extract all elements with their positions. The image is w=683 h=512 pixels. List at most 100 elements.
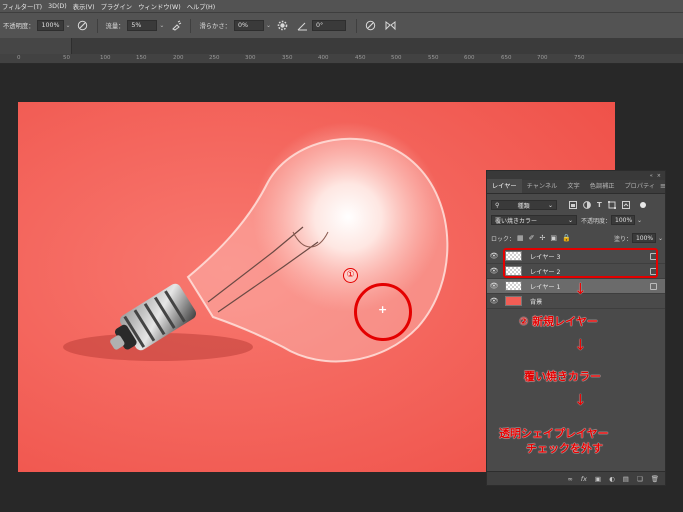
pressure-opacity-icon[interactable] bbox=[77, 20, 89, 32]
ruler-label: 200 bbox=[173, 55, 184, 61]
document-tab[interactable] bbox=[0, 38, 72, 54]
flow-dropdown-icon[interactable]: ⌄ bbox=[159, 22, 164, 29]
chevron-down-icon[interactable]: ⌄ bbox=[637, 217, 642, 224]
lock-transparency-icon[interactable]: ▦ bbox=[517, 234, 524, 242]
menu-plugins[interactable]: プラグイン bbox=[101, 2, 132, 11]
smart-object-filter-icon[interactable] bbox=[621, 201, 630, 209]
ruler-label: 250 bbox=[209, 55, 220, 61]
ruler-label: 400 bbox=[318, 55, 329, 61]
layer-kind-value: 種類 bbox=[517, 202, 530, 210]
filter-icons: T bbox=[569, 201, 646, 209]
new-layer-icon[interactable]: ❏ bbox=[637, 475, 643, 483]
separator bbox=[355, 18, 357, 33]
panel-tabs: レイヤー チャンネル 文字 色調補正 プロパティ ≡ bbox=[487, 179, 666, 194]
tab-properties[interactable]: プロパティ bbox=[619, 179, 660, 193]
ruler-label: 700 bbox=[537, 55, 548, 61]
angle-field[interactable]: 0° bbox=[311, 20, 346, 31]
mask-icon[interactable]: ▣ bbox=[595, 475, 601, 483]
lock-all-icon[interactable]: 🔒 bbox=[562, 234, 571, 242]
opacity-label: 不透明度： bbox=[3, 23, 35, 30]
opacity-label: 不透明度： bbox=[581, 217, 612, 225]
layer-badge-icon bbox=[650, 283, 657, 290]
ruler-label: 600 bbox=[464, 55, 475, 61]
smoothing-label: 滑らかさ： bbox=[199, 23, 231, 30]
shape-filter-icon[interactable] bbox=[607, 201, 616, 209]
ruler-label: 750 bbox=[574, 55, 585, 61]
blend-mode-value: 覆い焼きカラー bbox=[495, 217, 538, 225]
step-3-label: 覆い焼きカラー bbox=[524, 370, 601, 383]
gear-icon[interactable] bbox=[277, 20, 289, 32]
ruler-label: 500 bbox=[391, 55, 402, 61]
eye-icon[interactable]: 👁 bbox=[487, 252, 501, 260]
filter-toggle-icon[interactable] bbox=[639, 202, 646, 208]
lock-artboard-icon[interactable]: ▣ bbox=[550, 234, 557, 242]
layer-name: レイヤー 1 bbox=[530, 283, 561, 291]
folder-icon[interactable]: ▤ bbox=[623, 475, 629, 483]
lock-icons: ▦ ✐ ✢ ▣ 🔒 bbox=[517, 234, 571, 242]
type-filter-icon[interactable]: T bbox=[597, 201, 602, 209]
menu-view[interactable]: 表示(V) bbox=[73, 2, 95, 11]
ruler-label: 650 bbox=[501, 55, 512, 61]
layer-kind-select[interactable]: ⚲ 種類 ⌄ bbox=[491, 200, 557, 210]
tab-channels[interactable]: チャンネル bbox=[522, 179, 563, 193]
arrow-down-icon: ↓ bbox=[574, 391, 587, 409]
link-icon[interactable]: ∞ bbox=[567, 475, 572, 483]
ruler-label: 550 bbox=[428, 55, 439, 61]
step-1-marker: ① bbox=[343, 268, 358, 283]
ruler-label: 50 bbox=[63, 55, 70, 61]
lock-position-icon[interactable]: ✢ bbox=[540, 234, 546, 242]
tab-adjustments[interactable]: 色調補正 bbox=[585, 179, 620, 193]
chevron-down-icon[interactable]: ⌄ bbox=[658, 235, 663, 242]
airbrush-icon[interactable] bbox=[170, 20, 182, 32]
flow-field[interactable]: 5% bbox=[127, 20, 158, 31]
separator bbox=[96, 18, 98, 33]
layer-opacity-field[interactable]: 100% bbox=[611, 215, 636, 225]
step-2-label: ② 新規レイヤー bbox=[519, 315, 598, 328]
ruler-label: 300 bbox=[245, 55, 256, 61]
blend-mode-select[interactable]: 覆い焼きカラー ⌄ bbox=[491, 215, 577, 225]
smoothing-field[interactable]: 0% bbox=[233, 20, 264, 31]
ruler-label: 0 bbox=[17, 55, 21, 61]
collapse-icon[interactable]: « bbox=[650, 173, 653, 179]
panel-menu-icon[interactable]: ≡ bbox=[660, 182, 666, 193]
opacity-field[interactable]: 100% bbox=[37, 20, 64, 31]
crosshair-icon: + bbox=[378, 303, 388, 316]
menu-help[interactable]: ヘルプ(H) bbox=[187, 2, 216, 11]
fill-label: 塗り： bbox=[613, 235, 632, 243]
pressure-size-icon[interactable] bbox=[365, 20, 377, 32]
ruler-label: 450 bbox=[355, 55, 366, 61]
tab-layers[interactable]: レイヤー bbox=[487, 179, 522, 193]
opacity-dropdown-icon[interactable]: ⌄ bbox=[66, 22, 71, 29]
options-bar: 不透明度： 100% ⌄ 流量： 5% ⌄ 滑らかさ： 0% ⌄ 0° bbox=[0, 12, 683, 38]
lock-label: ロック： bbox=[491, 235, 516, 243]
smoothing-dropdown-icon[interactable]: ⌄ bbox=[266, 22, 271, 29]
adjustment-filter-icon[interactable] bbox=[583, 201, 591, 209]
symmetry-icon[interactable] bbox=[385, 20, 397, 32]
eye-icon[interactable]: 👁 bbox=[487, 282, 501, 290]
ruler-label: 150 bbox=[136, 55, 147, 61]
pixel-filter-icon[interactable] bbox=[569, 201, 577, 209]
fx-icon[interactable]: fx bbox=[581, 475, 587, 483]
adjustment-icon[interactable]: ◐ bbox=[609, 475, 615, 483]
search-icon: ⚲ bbox=[495, 201, 500, 209]
layer-thumbnail bbox=[505, 281, 522, 291]
layers-highlight-box bbox=[503, 248, 658, 278]
ruler-label: 350 bbox=[282, 55, 293, 61]
panel-footer: ∞ fx ▣ ◐ ▤ ❏ 🗑 bbox=[487, 471, 665, 485]
angle-icon bbox=[297, 20, 309, 32]
menu-bar: フィルター(T) 3D(D) 表示(V) プラグイン ウィンドウ(W) ヘルプ(… bbox=[0, 0, 683, 12]
document-tab-bar bbox=[0, 38, 683, 54]
horizontal-ruler: 0 50 100 150 200 250 300 350 400 450 500… bbox=[0, 54, 683, 64]
trash-icon[interactable]: 🗑 bbox=[651, 475, 659, 483]
tab-character[interactable]: 文字 bbox=[562, 179, 584, 193]
close-icon[interactable]: × bbox=[657, 173, 661, 179]
eye-icon[interactable]: 👁 bbox=[487, 297, 501, 305]
eye-icon[interactable]: 👁 bbox=[487, 267, 501, 275]
ruler-label: 100 bbox=[100, 55, 111, 61]
fill-field[interactable]: 100% bbox=[631, 233, 656, 243]
arrow-down-icon: ↓ bbox=[574, 336, 587, 354]
menu-filter[interactable]: フィルター(T) bbox=[2, 2, 42, 11]
lock-pixels-icon[interactable]: ✐ bbox=[529, 234, 535, 242]
menu-3d[interactable]: 3D(D) bbox=[48, 3, 67, 10]
menu-window[interactable]: ウィンドウ(W) bbox=[138, 2, 181, 11]
